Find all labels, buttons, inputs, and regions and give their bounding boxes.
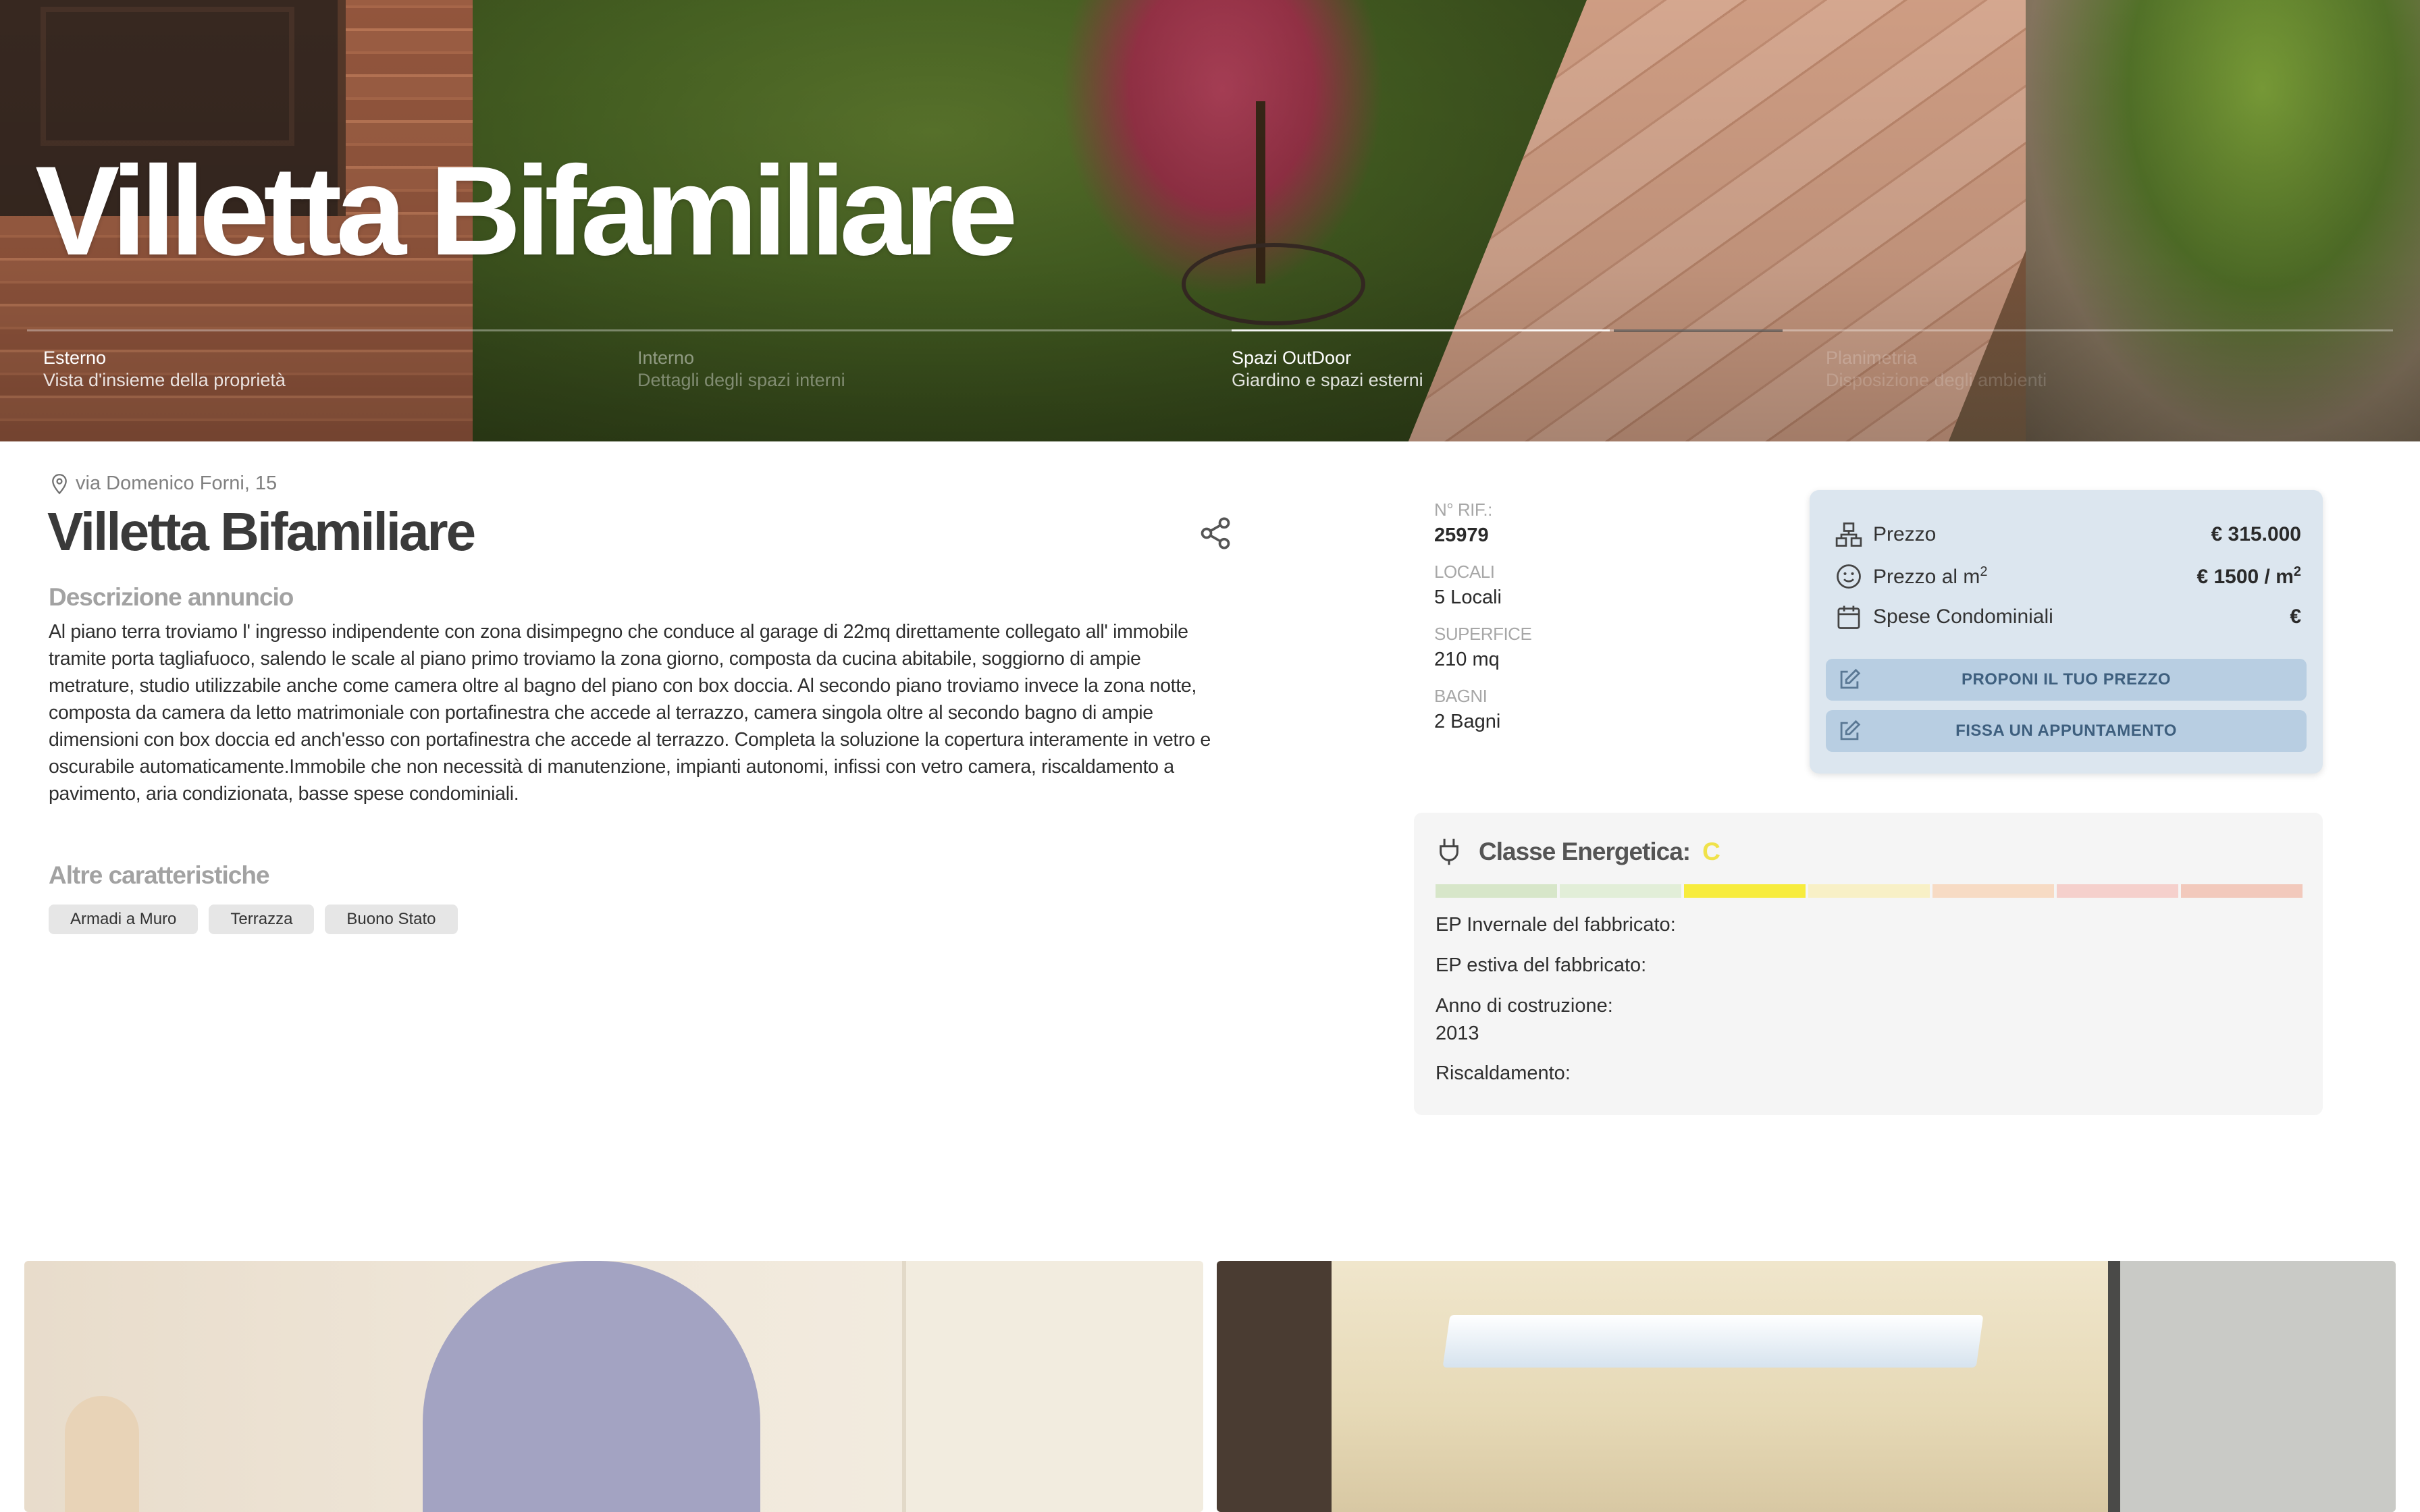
slide-subtitle: Dettagli degli spazi interni	[637, 370, 845, 391]
anno-costruzione: Anno di costruzione: 2013	[1436, 995, 1613, 1045]
energy-scale	[1436, 884, 2303, 898]
feature-tag: Buono Stato	[325, 905, 458, 934]
energy-segment	[2181, 884, 2303, 898]
superscript: 2	[2293, 564, 2301, 579]
slide-tab-planimetria[interactable]: Planimetria Disposizione degli ambienti	[1826, 347, 2379, 392]
description-heading: Descrizione annuncio	[49, 583, 294, 611]
price-per-mq-value-text: € 1500 / m	[2197, 566, 2294, 588]
gallery-photo-lamp	[65, 1396, 139, 1512]
slide-title: Interno	[637, 348, 695, 368]
fact-label: BAGNI	[1434, 686, 1488, 706]
energy-card: Classe Energetica: C EP Invernale del fa…	[1414, 813, 2323, 1115]
plug-icon	[1440, 838, 1458, 865]
energy-segment	[1932, 884, 2054, 898]
slide-tab-spazi-outdoor[interactable]: Spazi OutDoor Giardino e spazi esterni	[1232, 347, 1785, 392]
fact-value: 210 mq	[1434, 649, 1500, 670]
book-appointment-label: FISSA UN APPUNTAMENTO	[1955, 722, 2177, 740]
share-icon[interactable]	[1198, 516, 1233, 551]
propose-price-button[interactable]: PROPONI IL TUO PREZZO	[1826, 659, 2307, 701]
gallery-photo-interior-2[interactable]	[1217, 1261, 2396, 1512]
price-per-mq-label: Prezzo al m2	[1873, 564, 2197, 589]
property-facts: N° RIF.: 25979 LOCALI 5 Locali SUPERFICE…	[1434, 500, 1532, 748]
fact-label: N° RIF.:	[1434, 500, 1492, 520]
energy-segment	[2057, 884, 2178, 898]
price-per-mq-row: Prezzo al m2 € 1500 / m2	[1834, 562, 2301, 591]
ep-invernale: EP Invernale del fabbricato:	[1436, 914, 1676, 936]
slide-title: Esterno	[43, 348, 107, 368]
fact-label: SUPERFICE	[1434, 624, 1532, 644]
price-per-mq-label-text: Prezzo al m	[1873, 566, 1980, 588]
slide-subtitle: Giardino e spazi esterni	[1232, 370, 1423, 391]
book-appointment-button[interactable]: FISSA UN APPUNTAMENTO	[1826, 710, 2307, 752]
energy-header: Classe Energetica: C	[1436, 837, 1720, 867]
feature-tag: Terrazza	[209, 905, 315, 934]
price-label: Prezzo	[1873, 523, 1937, 545]
fact-value: 25979	[1434, 524, 1489, 546]
slide-title: Planimetria	[1826, 348, 1918, 368]
price-row: Prezzo € 315.000	[1834, 520, 2301, 549]
propose-price-label: PROPONI IL TUO PREZZO	[1961, 670, 2172, 688]
condo-fees-row: Spese Condominiali €	[1834, 602, 2301, 632]
condo-fees-value: €	[2290, 605, 2301, 628]
address: via Domenico Forni, 15	[50, 473, 277, 495]
edit-icon	[1840, 668, 1861, 689]
address-text: via Domenico Forni, 15	[76, 473, 278, 494]
fact-locali: LOCALI 5 Locali	[1434, 562, 1531, 609]
slide-subtitle: Disposizione degli ambienti	[1826, 370, 2047, 391]
slide-title: Spazi OutDoor	[1232, 348, 1352, 368]
riscaldamento: Riscaldamento:	[1436, 1062, 1571, 1084]
slide-track	[27, 329, 2393, 331]
gallery-photo-ceiling-light	[1442, 1315, 1984, 1368]
gallery-photo-glass-door	[2108, 1261, 2396, 1512]
energy-class: C	[1702, 838, 1720, 865]
fact-bagni: BAGNI 2 Bagni	[1434, 686, 1531, 733]
slide-navigation: Esterno Vista d'insieme della proprietà …	[0, 329, 2420, 410]
energy-segment-active	[1684, 884, 1806, 898]
gallery-photo-interior-1[interactable]	[24, 1261, 1203, 1512]
sitemap-icon	[1835, 522, 1862, 547]
energy-segment	[1560, 884, 1681, 898]
hero-gallery[interactable]: Villetta Bifamiliare Esterno Vista d'ins…	[0, 0, 2420, 441]
fact-rif: N° RIF.: 25979	[1434, 500, 1531, 547]
fact-superficie: SUPERFICE 210 mq	[1434, 624, 1532, 671]
fact-label: LOCALI	[1434, 562, 1495, 582]
condo-fees-label: Spese Condominiali	[1873, 605, 2053, 628]
description-text: Al piano terra troviamo l' ingresso indi…	[49, 621, 1211, 805]
map-pin-icon	[52, 473, 67, 494]
gallery-photo-arch	[423, 1261, 760, 1512]
price-per-mq-value: € 1500 / m2	[2197, 564, 2301, 589]
gallery-photo-wardrobe	[902, 1261, 1203, 1512]
listing-title: Villetta Bifamiliare	[47, 502, 476, 562]
gallery-photo-cabinet	[1217, 1261, 1332, 1512]
price-value: € 315.000	[2211, 523, 2301, 545]
superscript: 2	[1980, 564, 1988, 579]
smiley-icon	[1837, 564, 1861, 589]
ep-estiva: EP estiva del fabbricato:	[1436, 954, 1647, 976]
feature-tag: Armadi a Muro	[49, 905, 199, 934]
anno-value: 2013	[1436, 1023, 1479, 1044]
energy-segment	[1808, 884, 1930, 898]
feature-tags: Armadi a Muro Terrazza Buono Stato	[49, 905, 458, 934]
energy-label: Classe Energetica:	[1479, 838, 1691, 865]
slide-tab-interno[interactable]: Interno Dettagli degli spazi interni	[637, 347, 1191, 392]
features-heading: Altre caratteristiche	[49, 861, 270, 889]
anno-label: Anno di costruzione:	[1436, 995, 1613, 1017]
edit-icon	[1840, 720, 1861, 740]
hero-title: Villetta Bifamiliare	[35, 140, 1018, 281]
fact-value: 5 Locali	[1434, 587, 1502, 608]
slide-progress-marker	[1614, 329, 1783, 332]
energy-segment	[1436, 884, 1557, 898]
calendar-icon	[1837, 605, 1860, 629]
slide-tab-esterno[interactable]: Esterno Vista d'insieme della proprietà	[43, 347, 597, 392]
price-card: Prezzo € 315.000 Prezzo al m2 € 1500 / m…	[1810, 490, 2323, 774]
fact-value: 2 Bagni	[1434, 711, 1501, 732]
slide-progress	[1232, 329, 1610, 331]
slide-subtitle: Vista d'insieme della proprietà	[43, 370, 286, 391]
